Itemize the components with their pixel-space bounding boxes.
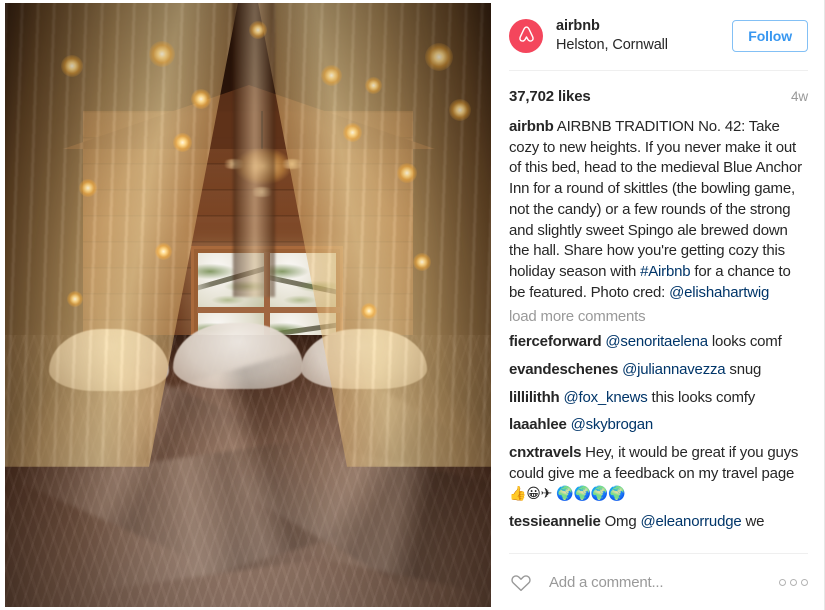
- comment-username[interactable]: fierceforward: [509, 333, 602, 350]
- add-comment-input[interactable]: [547, 572, 769, 592]
- instagram-post-screen: airbnb Helston, Cornwall Follow 37,702 l…: [0, 0, 825, 610]
- comment-text: we: [741, 513, 765, 531]
- comment-item: evandeschenes @juliannavezza snug: [509, 360, 808, 381]
- comment-item: fierceforward @senoritaelena looks comf: [509, 332, 808, 353]
- comment-mention[interactable]: @eleanorrudge: [640, 513, 741, 530]
- load-more-comments-button[interactable]: load more comments: [509, 308, 808, 325]
- comment-item: cnxtravels Hey, it would be great if you…: [509, 443, 808, 505]
- follow-button[interactable]: Follow: [732, 19, 808, 52]
- caption-hashtag[interactable]: #Airbnb: [640, 263, 691, 280]
- cozy-attic-bedroom-photo: [5, 3, 491, 607]
- more-options-icon[interactable]: [779, 578, 808, 586]
- comment-mention[interactable]: @skybrogan: [571, 416, 654, 433]
- caption-and-comments: airbnb AIRBNB TRADITION No. 42: Take coz…: [509, 117, 808, 549]
- avatar[interactable]: [509, 18, 543, 53]
- author-username[interactable]: airbnb: [556, 17, 732, 36]
- comment-username[interactable]: tessieannelie: [509, 513, 601, 530]
- post-photo[interactable]: [5, 3, 491, 607]
- comment-mention[interactable]: @fox_knews: [563, 389, 647, 406]
- comment-username[interactable]: evandeschenes: [509, 361, 618, 378]
- heart-outline-icon[interactable]: [509, 570, 533, 594]
- post-timestamp: 4w: [790, 89, 808, 105]
- post-details-panel: airbnb Helston, Cornwall Follow 37,702 l…: [491, 0, 824, 610]
- comment-mention[interactable]: @senoritaelena: [605, 333, 708, 350]
- comment-username[interactable]: lillilithh: [509, 389, 560, 406]
- comment-item: lillilithh @fox_knews this looks comfy: [509, 388, 808, 409]
- comment-text: snug: [725, 360, 762, 378]
- comment-text-pre: Omg: [600, 513, 641, 531]
- comment-text: this looks comfy: [647, 388, 756, 406]
- comment-item: laaahlee @skybrogan: [509, 415, 808, 436]
- comment-emoji: 👍😀✈ 🌍🌍🌍🌍: [509, 486, 626, 503]
- likes-row: 37,702 likes 4w: [509, 71, 808, 117]
- like-count[interactable]: 37,702 likes: [509, 88, 591, 105]
- post-location[interactable]: Helston, Cornwall: [556, 36, 732, 55]
- instagram-post: airbnb Helston, Cornwall Follow 37,702 l…: [0, 0, 825, 610]
- comment-username[interactable]: cnxtravels: [509, 444, 581, 461]
- add-comment-bar: [509, 553, 808, 610]
- post-author-info: airbnb Helston, Cornwall: [556, 17, 732, 54]
- comment-item: tessieannelie Omg @eleanorrudge we: [509, 512, 808, 533]
- photo-vignette: [5, 3, 491, 607]
- caption-mention[interactable]: @elishahartwig: [669, 284, 769, 301]
- caption-username[interactable]: airbnb: [509, 118, 554, 135]
- comment-username[interactable]: laaahlee: [509, 416, 567, 433]
- post-header: airbnb Helston, Cornwall Follow: [509, 0, 808, 72]
- comment-mention[interactable]: @juliannavezza: [622, 361, 726, 378]
- post-caption: airbnb AIRBNB TRADITION No. 42: Take coz…: [509, 117, 808, 303]
- comment-text: looks comf: [707, 333, 782, 351]
- caption-text-part1: AIRBNB TRADITION No. 42: Take cozy to ne…: [509, 118, 802, 280]
- airbnb-belo-icon: [518, 26, 534, 42]
